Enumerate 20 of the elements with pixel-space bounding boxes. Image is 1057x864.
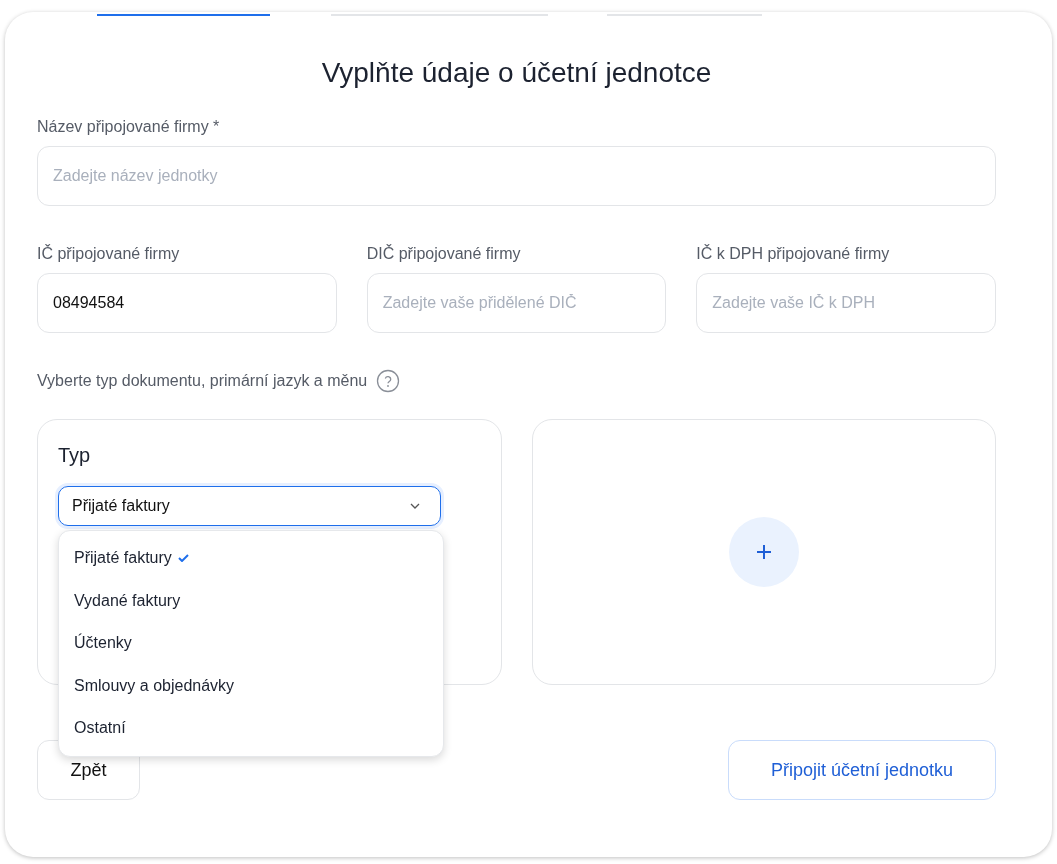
dropdown-option[interactable]: Přijaté faktury — [59, 537, 443, 580]
input-field[interactable]: Zadejte vaše přidělené DIČ — [366, 273, 667, 333]
submit-button[interactable]: Připojit účetní jednotku — [728, 740, 996, 800]
plus-icon — [754, 543, 773, 561]
field-label: IČ připojované firmy — [37, 244, 181, 264]
section-label: Vyberte typ dokumentu, primární jazyk a měnu — [37, 371, 368, 391]
chevron-down-icon — [410, 503, 420, 509]
help-icon[interactable] — [376, 369, 401, 393]
input-field[interactable]: 08494584 — [37, 273, 337, 333]
dropdown-option[interactable]: Účtenky — [59, 622, 443, 665]
company-name-field[interactable]: Zadejte název jednotky — [37, 146, 996, 206]
input-field[interactable]: Zadejte vaše IČ k DPH — [696, 273, 996, 333]
panel-heading: Typ — [58, 443, 92, 468]
field-label: IČ k DPH připojované firmy — [696, 244, 891, 264]
field-label: DIČ připojované firmy — [366, 244, 522, 264]
form-title: Vyplňte údaje o účetní jednotce — [320, 56, 713, 90]
dropdown-option[interactable]: Smlouvy a objednávky — [59, 664, 443, 707]
field-label: Název připojované firmy * — [37, 117, 221, 137]
type-select[interactable]: Přijaté faktury — [58, 486, 441, 526]
dropdown-option[interactable]: Vydané faktury — [59, 579, 443, 622]
